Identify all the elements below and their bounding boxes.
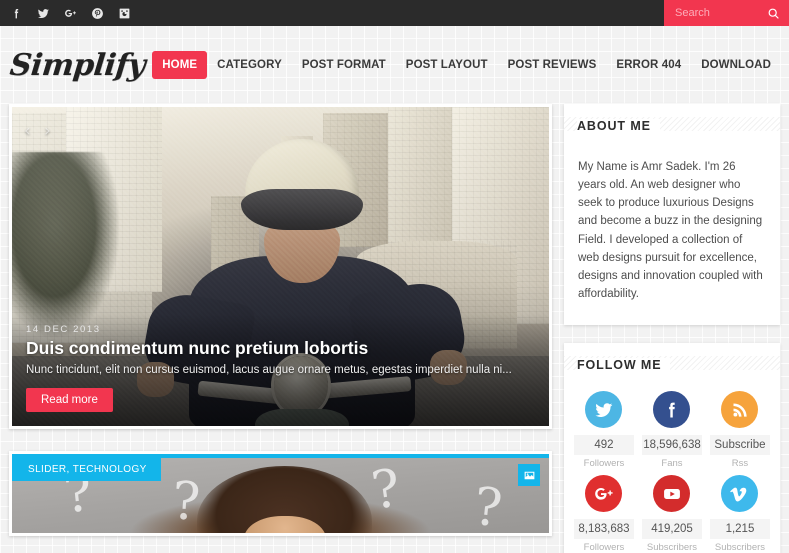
content-column: ‹ › 14 DEC 2013 Duis condimentum nunc pr… <box>9 104 552 536</box>
facebook-icon[interactable] <box>4 1 28 25</box>
twitter-icon[interactable] <box>585 391 623 429</box>
social-count-value: 18,596,638 <box>641 435 702 456</box>
slide-title[interactable]: Duis condimentum nunc pretium lobortis <box>26 338 535 359</box>
topbar-social-links <box>0 1 136 25</box>
twitter-icon[interactable] <box>31 1 55 25</box>
social-counter-youtube[interactable]: 419,205 Subscribers <box>638 475 706 553</box>
about-me-title: ABOUT ME <box>577 119 660 133</box>
search-input[interactable] <box>664 0 759 26</box>
social-counter-google-plus[interactable]: 8,183,683 Followers <box>570 475 638 553</box>
social-counter-twitter[interactable]: 492 Followers <box>570 391 638 469</box>
nav-item-error-404[interactable]: ERROR 404 <box>606 52 691 78</box>
social-count-label: Followers <box>583 458 625 470</box>
social-count-value: 419,205 <box>641 519 702 540</box>
image-icon[interactable] <box>518 464 540 486</box>
question-mark-decoration: ? <box>470 476 505 536</box>
follow-me-title: FOLLOW ME <box>577 358 671 373</box>
about-me-text: My Name is Amr Sadek. I'm 26 years old. … <box>578 161 763 301</box>
top-bar <box>0 0 789 26</box>
featured-slider[interactable]: ‹ › 14 DEC 2013 Duis condimentum nunc pr… <box>9 104 552 429</box>
follow-me-widget: FOLLOW ME 492 Followers 18,596,638 Fans <box>564 343 780 553</box>
google-plus-icon[interactable] <box>58 1 82 25</box>
main-navigation: HOME CATEGORY POST FORMAT POST LAYOUT PO… <box>152 51 781 79</box>
slider-prev-icon[interactable]: ‹ <box>24 121 31 141</box>
social-count-label: Fans <box>661 458 683 470</box>
social-count-value: 1,215 <box>709 519 770 540</box>
social-counter-facebook[interactable]: 18,596,638 Fans <box>638 391 706 469</box>
nav-item-category[interactable]: CATEGORY <box>207 52 292 78</box>
pinterest-icon[interactable] <box>85 1 109 25</box>
nav-item-home[interactable]: HOME <box>152 51 208 79</box>
nav-item-post-layout[interactable]: POST LAYOUT <box>396 52 498 78</box>
search-icon[interactable] <box>759 0 787 26</box>
site-logo[interactable]: Simplify <box>8 48 147 83</box>
post-thumbnail: ? ? ? ? SLIDER, TECHNOLOGY <box>12 458 549 536</box>
post-category-badge[interactable]: SLIDER, TECHNOLOGY <box>12 458 161 481</box>
nav-item-download[interactable]: DOWNLOAD <box>691 52 781 78</box>
facebook-icon[interactable] <box>653 391 691 429</box>
social-count-label: Subscribers <box>646 542 698 553</box>
nav-item-post-reviews[interactable]: POST REVIEWS <box>498 52 607 78</box>
question-mark-decoration: ? <box>367 458 404 522</box>
google-plus-icon[interactable] <box>585 475 623 513</box>
about-me-widget: ABOUT ME My Name is Amr Sadek. I'm 26 ye… <box>564 104 780 326</box>
vimeo-icon[interactable] <box>721 475 759 513</box>
widget-header: FOLLOW ME <box>564 343 780 384</box>
rss-icon[interactable] <box>721 391 759 429</box>
social-count-label: Followers <box>583 542 625 553</box>
read-more-button[interactable]: Read more <box>26 388 113 412</box>
site-header: Simplify HOME CATEGORY POST FORMAT POST … <box>0 26 789 104</box>
social-count-value: 8,183,683 <box>574 519 634 540</box>
social-counter-vimeo[interactable]: 1,215 Subscribers <box>706 475 774 553</box>
social-count-value: 492 <box>574 435 634 456</box>
instagram-icon[interactable] <box>112 1 136 25</box>
slide-excerpt: Nunc tincidunt, elit non cursus euismod,… <box>26 364 512 377</box>
social-counter-rss[interactable]: Subscribe Rss <box>706 391 774 469</box>
social-counter-grid: 492 Followers 18,596,638 Fans Subscribe … <box>564 383 780 553</box>
page-wrapper: ‹ › 14 DEC 2013 Duis condimentum nunc pr… <box>0 104 789 553</box>
social-count-value: Subscribe <box>709 435 770 456</box>
slide-caption: 14 DEC 2013 Duis condimentum nunc pretiu… <box>12 314 549 426</box>
slide-date: 14 DEC 2013 <box>26 324 101 336</box>
youtube-icon[interactable] <box>653 475 691 513</box>
post-card[interactable]: ? ? ? ? SLIDER, TECHNOLOGY <box>9 451 552 536</box>
search-box[interactable] <box>664 0 789 26</box>
nav-item-post-format[interactable]: POST FORMAT <box>292 52 396 78</box>
sidebar: ABOUT ME My Name is Amr Sadek. I'm 26 ye… <box>564 104 780 553</box>
social-count-label: Rss <box>731 458 749 470</box>
social-count-label: Subscribers <box>714 542 766 553</box>
widget-header: ABOUT ME <box>564 104 780 144</box>
slider-next-icon[interactable]: › <box>44 121 51 141</box>
